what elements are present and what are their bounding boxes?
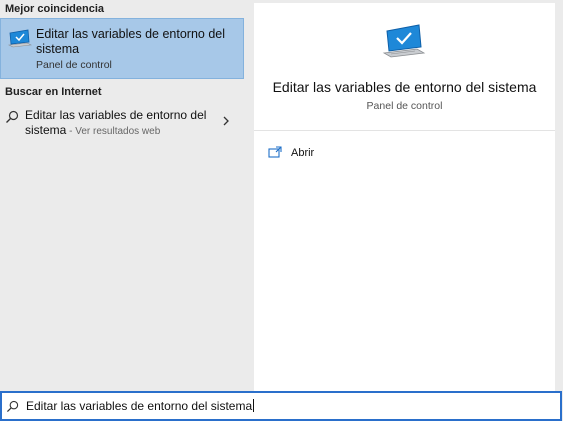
best-match-title: Editar las variables de entorno del sist… (36, 27, 226, 56)
search-input-value: Editar las variables de entorno del sist… (26, 399, 253, 413)
open-icon (268, 146, 282, 158)
preview-title: Editar las variables de entorno del sist… (272, 79, 537, 95)
web-search-hint: - Ver resultados web (66, 126, 161, 137)
open-action[interactable]: Abrir (268, 144, 418, 164)
text-caret (253, 399, 255, 412)
open-action-label: Abrir (291, 147, 315, 159)
search-box[interactable]: Editar las variables de entorno del sist… (0, 391, 562, 421)
search-icon (6, 400, 19, 413)
web-search-title: Editar las variables de entorno del sist… (25, 108, 215, 139)
preview-subtitle: Panel de control (366, 100, 443, 112)
monitor-check-icon (7, 29, 33, 48)
best-match-header: Mejor coincidencia (5, 3, 105, 15)
preview-panel: Editar las variables de entorno del sist… (254, 3, 555, 391)
web-search-item[interactable]: Editar las variables de entorno del sist… (0, 102, 246, 142)
preview-header: Editar las variables de entorno del sist… (254, 3, 555, 131)
web-search-header: Buscar en Internet (5, 86, 102, 98)
search-input[interactable]: Editar las variables de entorno del sist… (26, 399, 255, 413)
search-icon (6, 110, 19, 123)
chevron-right-icon[interactable] (220, 115, 232, 127)
monitor-check-icon (382, 24, 426, 58)
results-panel: Mejor coincidencia Editar las variables … (0, 0, 246, 390)
best-match-subtitle: Panel de control (36, 59, 112, 71)
best-match-item[interactable]: Editar las variables de entorno del sist… (0, 18, 244, 79)
